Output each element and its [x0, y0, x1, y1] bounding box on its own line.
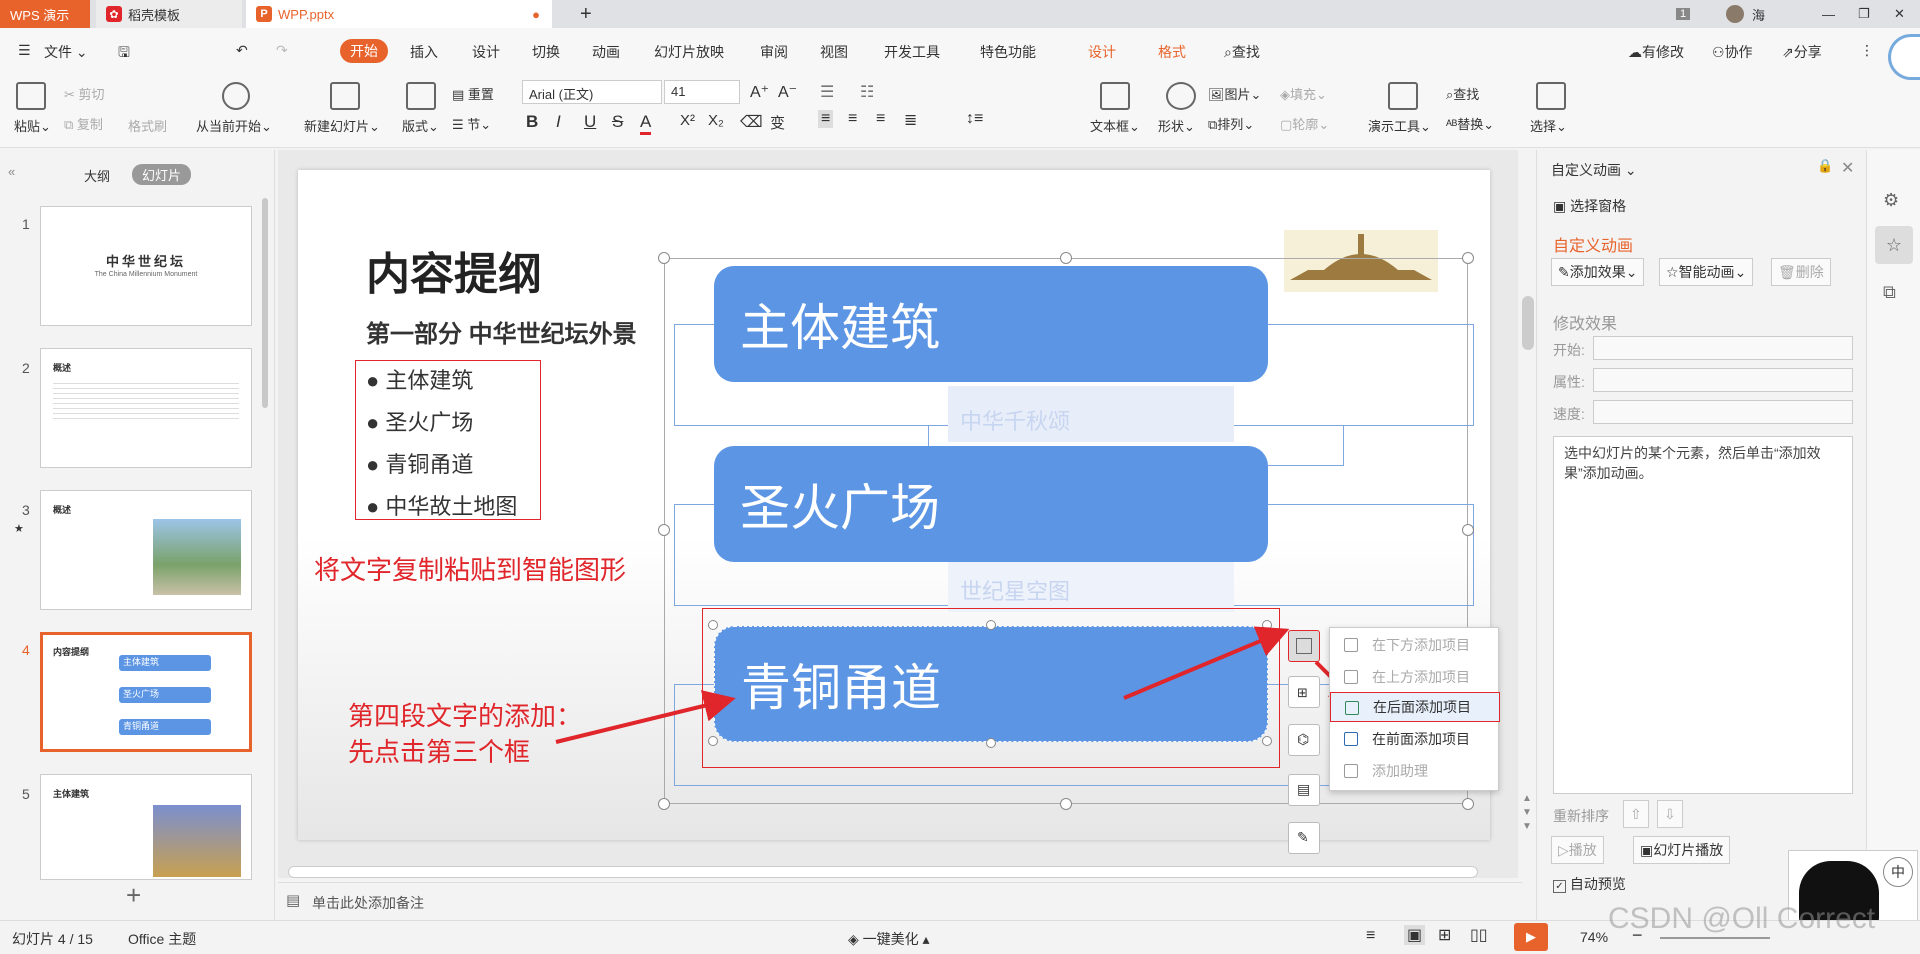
pane-header-title[interactable]: 自定义动画 ⌄ — [1551, 160, 1637, 180]
beautify-label: 一键美化 — [862, 931, 919, 947]
animation-hint: 选中幻灯片的某个元素，然后单击“添加效果”添加动画。 — [1564, 445, 1821, 481]
menu-add-before-label: 在前面添加项目 — [1372, 731, 1470, 747]
theme-name[interactable]: Office 主题 — [128, 929, 196, 949]
normal-view-icon[interactable]: ▣ — [1404, 925, 1426, 945]
menu-add-after-label: 在后面添加项目 — [1373, 699, 1471, 715]
pen-icon: ✎ — [1297, 829, 1309, 845]
text-pane-icon: ▤ — [1297, 781, 1311, 797]
transition-icon[interactable]: ⧉ — [1883, 282, 1896, 303]
beautify-button[interactable]: ◈ 一键美化 ▴ — [848, 929, 930, 949]
auto-preview-checkbox[interactable]: ✓ 自动预览 — [1553, 874, 1626, 894]
change-color-float-button[interactable]: ⌬ — [1288, 724, 1320, 756]
add-above-icon — [1344, 670, 1358, 684]
menu-add-before[interactable]: 在前面添加项目 — [1330, 724, 1500, 754]
checkbox-icon: ✓ — [1553, 880, 1566, 893]
sorter-view-icon[interactable]: ⊞ — [1438, 925, 1451, 945]
menu-add-assistant-label: 添加助理 — [1372, 763, 1428, 779]
modify-effect-label: 修改效果 — [1553, 316, 1618, 333]
speed-select[interactable] — [1593, 400, 1853, 424]
slide-counter: 幻灯片 4 / 15 — [12, 931, 93, 947]
slide-play-button[interactable]: ▣ 幻灯片播放 — [1633, 836, 1731, 864]
play-button[interactable]: ▷ 播放 — [1551, 836, 1604, 864]
close-pane-button[interactable]: ✕ — [1841, 158, 1854, 178]
notes-placeholder: 单击此处添加备注 — [312, 895, 424, 911]
add-shape-icon — [1296, 638, 1312, 654]
settings-sliders-icon[interactable]: ⚙ — [1883, 190, 1899, 211]
animation-list[interactable]: 选中幻灯片的某个元素，然后单击“添加效果”添加动画。 — [1553, 436, 1853, 794]
pane-header-label: 自定义动画 — [1551, 162, 1621, 178]
input-method-badge[interactable]: 中 — [1883, 857, 1913, 887]
zoom-level[interactable]: 74% — [1580, 929, 1608, 945]
add-effect-label: 添加效果 — [1569, 264, 1626, 280]
add-item-menu: 在下方添加项目 在上方添加项目 在后面添加项目 在前面添加项目 添加助理 — [1329, 627, 1500, 791]
selection-pane-button[interactable]: ▣ 选择窗格 — [1553, 196, 1626, 216]
layout-float-button[interactable]: ⊞ — [1288, 676, 1320, 708]
add-item-float-button[interactable] — [1288, 630, 1320, 662]
watermark-text: CSDN @Oll Correct — [1608, 902, 1876, 935]
speed-label: 速度: — [1553, 406, 1585, 422]
node-icon: ⌬ — [1297, 731, 1310, 747]
slide-play-label: 幻灯片播放 — [1653, 842, 1724, 858]
selection-pane-label: 选择窗格 — [1570, 198, 1627, 214]
text-pane-float-button[interactable]: ▤ — [1288, 774, 1320, 806]
add-before-icon — [1344, 732, 1358, 746]
reorder-label: 重新排序 — [1553, 808, 1609, 824]
delete-button[interactable]: 🗑 删除 — [1771, 258, 1831, 286]
move-down-button[interactable]: ⇩ — [1657, 800, 1683, 828]
zoom-slider[interactable] — [1660, 937, 1770, 939]
menu-add-below[interactable]: 在下方添加项目 — [1330, 630, 1500, 660]
right-panel-scroll-arrows[interactable]: ▲ ▼ ▼ — [1522, 792, 1532, 834]
animation-star-button[interactable]: ☆ — [1875, 226, 1913, 264]
smart-animation-label: 智能动画 — [1678, 264, 1735, 280]
notes-bar[interactable]: ▤ 单击此处添加备注 — [278, 882, 1522, 918]
reading-view-icon[interactable]: ▯▯ — [1470, 925, 1488, 945]
move-up-button[interactable]: ⇧ — [1623, 800, 1649, 828]
start-select[interactable] — [1593, 336, 1853, 360]
menu-add-after[interactable]: 在后面添加项目 — [1330, 692, 1500, 722]
property-label: 属性: — [1553, 374, 1585, 390]
right-sidebar: ⚙ ☆ ⧉ — [1866, 150, 1920, 920]
slideshow-play-button[interactable]: ▶ — [1514, 923, 1548, 951]
add-below-icon — [1344, 638, 1358, 652]
notes-icon: ▤ — [286, 892, 301, 909]
menu-add-above[interactable]: 在上方添加项目 — [1330, 662, 1500, 692]
menu-add-above-label: 在上方添加项目 — [1372, 669, 1470, 685]
style-float-button[interactable]: ✎ — [1288, 822, 1320, 854]
menu-add-below-label: 在下方添加项目 — [1372, 637, 1470, 653]
property-select[interactable] — [1593, 368, 1853, 392]
custom-animation-pane: 自定义动画 ⌄ 🔒 ✕ ▣ 选择窗格 自定义动画 ✎ 添加效果 ⌄ ☆ 智能动画… — [1536, 150, 1866, 920]
add-after-icon — [1345, 701, 1359, 715]
pin-icon[interactable]: 🔒 — [1817, 158, 1833, 174]
org-layout-icon: ⊞ — [1297, 685, 1308, 700]
menu-add-assistant[interactable]: 添加助理 — [1330, 756, 1500, 786]
add-assistant-icon — [1344, 764, 1358, 778]
add-effect-button[interactable]: ✎ 添加效果 ⌄ — [1551, 258, 1645, 286]
notes-toggle-icon[interactable]: ≡ — [1366, 927, 1375, 945]
delete-label: 删除 — [1795, 264, 1824, 280]
smart-animation-button[interactable]: ☆ 智能动画 ⌄ — [1659, 258, 1754, 286]
section-title: 自定义动画 — [1553, 238, 1634, 255]
play-label: 播放 — [1568, 842, 1597, 858]
auto-preview-label: 自动预览 — [1569, 876, 1626, 892]
start-label: 开始: — [1553, 342, 1585, 358]
